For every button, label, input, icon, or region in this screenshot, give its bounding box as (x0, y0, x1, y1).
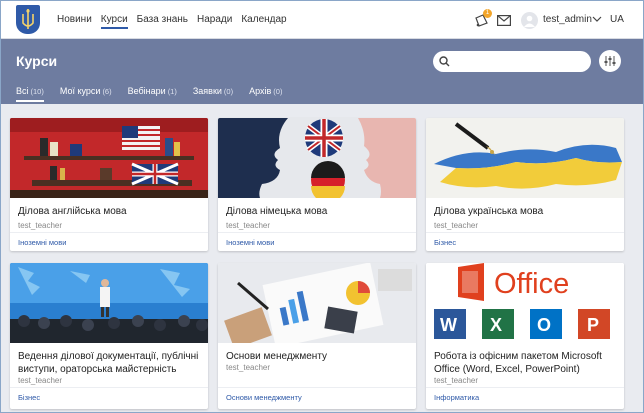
tab-label: Архів (249, 86, 272, 96)
course-image-office: Office W X O P (426, 263, 624, 343)
course-title[interactable]: Ділова англійська мова (18, 205, 202, 218)
nav-news[interactable]: Новини (57, 14, 92, 29)
tab-label: Всі (16, 86, 29, 96)
search-icon (439, 56, 450, 67)
tab-all[interactable]: Всі (10) (16, 86, 44, 102)
tab-count: (0) (223, 87, 234, 96)
notification-count-badge: 1 (483, 9, 492, 18)
course-card[interactable]: Ділова англійська мова test_teacher Іноз… (10, 118, 208, 251)
filter-button[interactable] (599, 50, 621, 72)
course-image-english (10, 118, 208, 198)
course-category[interactable]: Бізнес (18, 393, 40, 402)
nav-knowledge-base[interactable]: База знань (137, 14, 188, 29)
card-divider (10, 387, 208, 388)
tab-count: (10) (30, 87, 44, 96)
course-teacher: test_teacher (226, 363, 271, 372)
sliders-icon (604, 56, 616, 66)
tab-count: (0) (273, 87, 283, 96)
tab-count: (6) (102, 87, 112, 96)
search-input[interactable] (433, 51, 591, 72)
svg-text:W: W (440, 315, 457, 335)
tab-my-courses[interactable]: Мої курси (6) (60, 86, 112, 102)
username[interactable]: test_admin (543, 14, 592, 25)
course-card[interactable]: Ділова українська мова test_teacher Бізн… (426, 118, 624, 251)
course-card[interactable]: Ведення ділової документації, публічні в… (10, 263, 208, 409)
app-window: Новини Курси База знань Наради Календар … (0, 0, 644, 413)
coat-of-arms-logo[interactable] (16, 5, 40, 34)
card-divider (426, 387, 624, 388)
language-selector[interactable]: UA (610, 14, 624, 25)
page-title: Курси (16, 53, 58, 69)
course-teacher: test_teacher (18, 221, 63, 230)
course-category[interactable]: Іноземні мови (226, 238, 274, 247)
card-divider (218, 232, 416, 233)
course-title[interactable]: Ділова німецька мова (226, 205, 410, 218)
card-divider (426, 232, 624, 233)
tab-count: (1) (167, 87, 177, 96)
course-teacher: test_teacher (434, 221, 479, 230)
course-title[interactable]: Основи менеджменту (226, 350, 410, 363)
card-divider (218, 387, 416, 388)
course-card[interactable]: Ділова німецька мова test_teacher Інозем… (218, 118, 416, 251)
tab-archive[interactable]: Архів (0) (249, 86, 282, 102)
course-title[interactable]: Ведення ділової документації, публічні в… (18, 350, 202, 376)
course-tabs: Всі (10) Мої курси (6) Вебінари (1) Заявки(… (16, 86, 298, 102)
course-image-ukrainian (426, 118, 624, 198)
card-divider (10, 232, 208, 233)
user-avatar[interactable] (521, 12, 538, 29)
course-teacher: test_teacher (226, 221, 271, 230)
svg-text:O: O (537, 315, 551, 335)
course-image-management (218, 263, 416, 343)
main-nav: Новини Курси База знань Наради Календар (57, 14, 296, 29)
course-category[interactable]: Іноземні мови (18, 238, 66, 247)
nav-meetings[interactable]: Наради (197, 14, 232, 29)
course-teacher: test_teacher (434, 376, 479, 385)
course-title[interactable]: Робота із офісним пакетом Microsoft Offi… (434, 350, 618, 376)
course-image-presentation (10, 263, 208, 343)
nav-courses[interactable]: Курси (100, 14, 128, 29)
svg-text:X: X (490, 315, 502, 335)
page-header: Курси Всі (10) Мої курси (6) Вебінари (1) З… (1, 39, 643, 104)
svg-text:P: P (587, 315, 599, 335)
user-icon (524, 15, 535, 27)
course-image-german (218, 118, 416, 198)
course-teacher: test_teacher (18, 376, 63, 385)
course-category[interactable]: Основи менеджменту (226, 393, 302, 402)
course-card[interactable]: Office W X O P Робота із офісним пакетом… (426, 263, 624, 409)
tab-webinars[interactable]: Вебінари (1) (128, 86, 177, 102)
mail-icon[interactable] (497, 15, 511, 26)
top-navbar: Новини Курси База знань Наради Календар … (1, 1, 643, 39)
tab-label: Заявки (192, 86, 222, 96)
tab-label: Мої курси (59, 86, 101, 96)
course-category[interactable]: Інформатика (434, 393, 479, 402)
course-title[interactable]: Ділова українська мова (434, 205, 618, 218)
office-logo-text: Office (494, 268, 569, 300)
course-category[interactable]: Бізнес (434, 238, 456, 247)
nav-calendar[interactable]: Календар (241, 14, 286, 29)
tab-label: Вебінари (127, 86, 166, 96)
tab-requests[interactable]: Заявки (0) (193, 86, 233, 102)
course-card[interactable]: Основи менеджменту test_teacher Основи м… (218, 263, 416, 409)
chevron-down-icon[interactable] (592, 16, 602, 23)
